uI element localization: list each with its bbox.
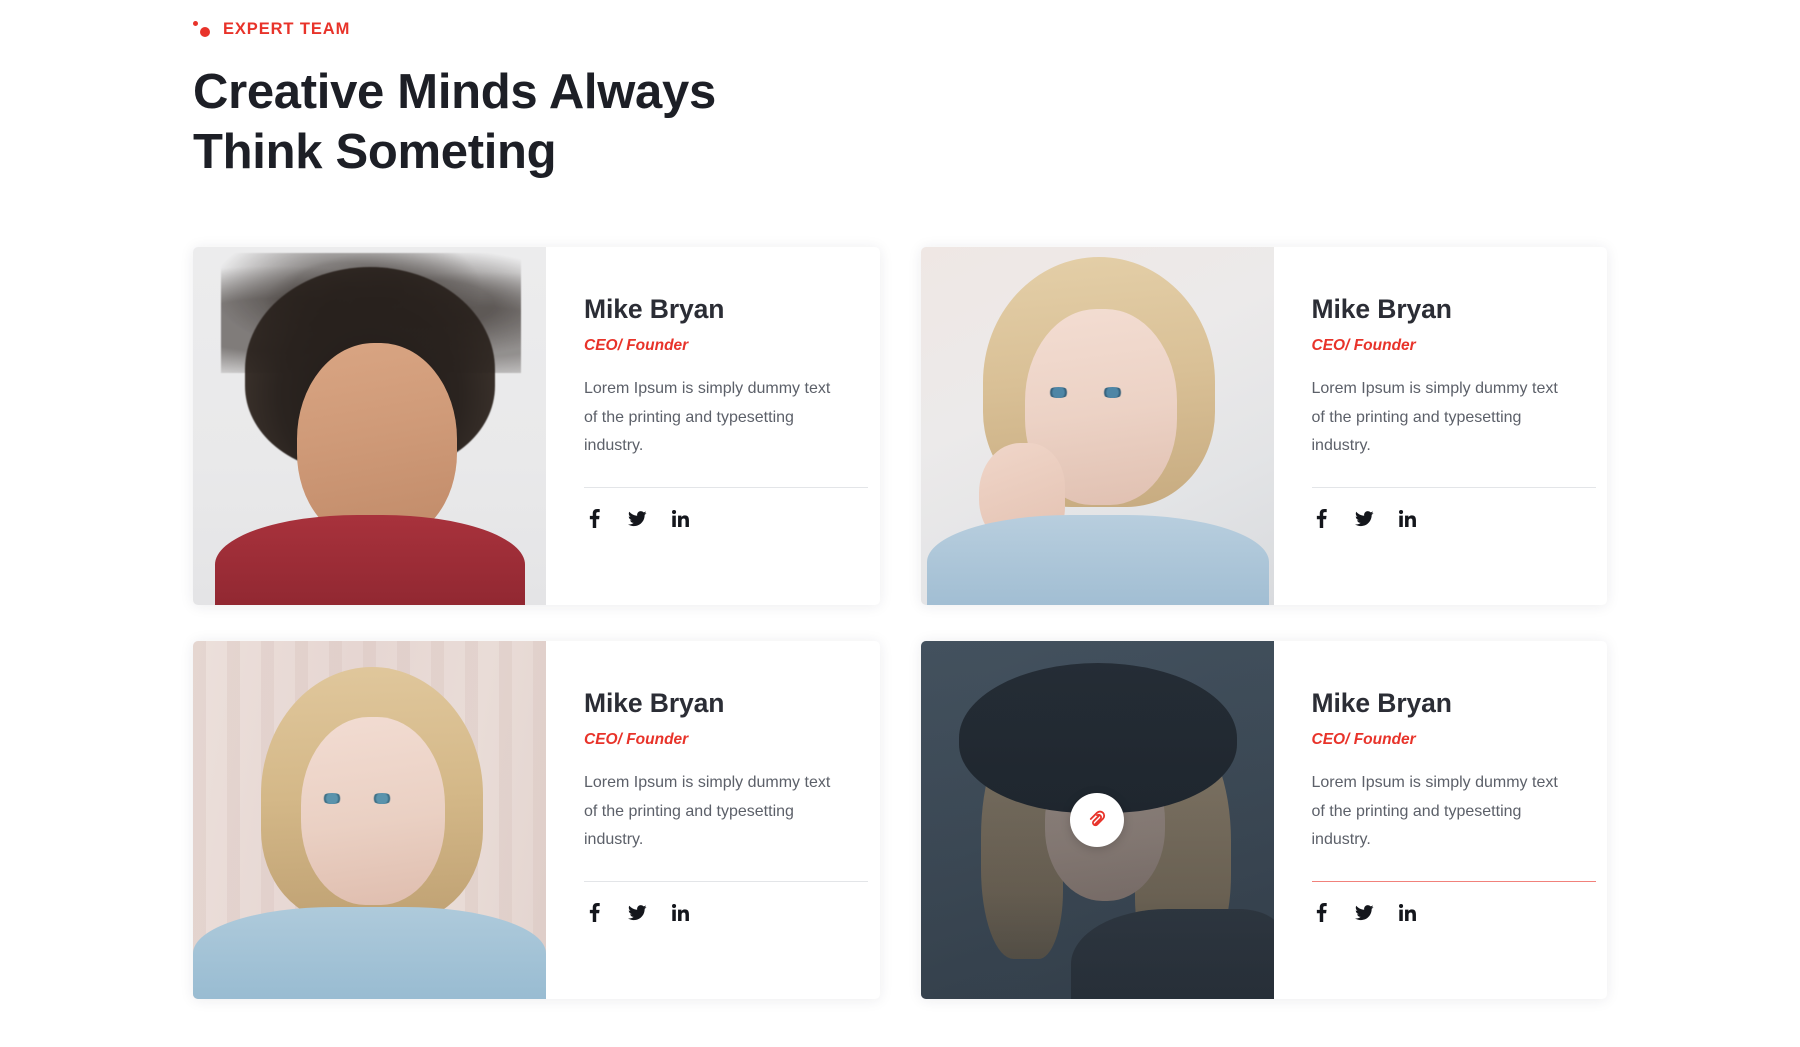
member-description: Lorem Ipsum is simply dummy text of the … xyxy=(584,380,831,455)
facebook-icon[interactable] xyxy=(584,902,604,924)
card-divider xyxy=(1311,486,1596,488)
social-links xyxy=(1312,508,1596,530)
member-photo xyxy=(920,641,1274,999)
twitter-icon[interactable] xyxy=(1355,902,1375,924)
member-info: Mike Bryan CEO/ Founder Lorem Ipsum is s… xyxy=(546,641,880,999)
linkedin-icon[interactable] xyxy=(670,508,690,530)
decorative-dots-icon xyxy=(193,20,212,38)
member-role: CEO/ Founder xyxy=(1311,731,1416,749)
linkedin-icon[interactable] xyxy=(1398,508,1418,530)
member-info: Mike Bryan CEO/ Founder Lorem Ipsum is s… xyxy=(546,247,880,605)
social-links xyxy=(584,902,868,924)
member-role: CEO/ Founder xyxy=(584,337,689,355)
page-title: Creative Minds Always Think Someting xyxy=(193,62,1800,182)
member-photo xyxy=(193,247,546,605)
member-description: Lorem Ipsum is simply dummy text of the … xyxy=(584,774,831,849)
facebook-icon[interactable] xyxy=(584,508,604,530)
member-photo xyxy=(193,641,546,999)
eyebrow-label: EXPERT TEAM xyxy=(223,19,351,38)
team-member-card[interactable]: Mike Bryan CEO/ Founder Lorem Ipsum is s… xyxy=(193,247,880,605)
section-eyebrow: EXPERT TEAM xyxy=(193,18,1800,40)
card-divider xyxy=(584,486,868,488)
member-role: CEO/ Founder xyxy=(1311,337,1416,355)
card-divider xyxy=(584,880,868,882)
member-name: Mike Bryan xyxy=(1311,688,1452,718)
twitter-icon[interactable] xyxy=(1355,508,1375,530)
member-name: Mike Bryan xyxy=(1311,294,1452,324)
facebook-icon[interactable] xyxy=(1312,508,1332,530)
team-section-page: EXPERT TEAM Creative Minds Always Think … xyxy=(0,0,1800,1047)
social-links xyxy=(584,508,868,530)
section-header: EXPERT TEAM Creative Minds Always Think … xyxy=(0,18,1800,182)
social-links xyxy=(1312,902,1596,924)
team-member-card[interactable]: Mike Bryan CEO/ Founder Lorem Ipsum is s… xyxy=(920,641,1608,999)
headline-line-1: Creative Minds Always xyxy=(193,65,716,119)
member-photo xyxy=(920,247,1274,605)
team-cards-grid: Mike Bryan CEO/ Founder Lorem Ipsum is s… xyxy=(0,247,1800,999)
member-info: Mike Bryan CEO/ Founder Lorem Ipsum is s… xyxy=(1274,641,1608,999)
team-member-card[interactable]: Mike Bryan CEO/ Founder Lorem Ipsum is s… xyxy=(920,247,1608,605)
headline-line-2: Think Someting xyxy=(193,125,557,179)
member-description: Lorem Ipsum is simply dummy text of the … xyxy=(1311,380,1558,455)
member-name: Mike Bryan xyxy=(584,688,725,718)
member-name: Mike Bryan xyxy=(584,294,725,324)
facebook-icon[interactable] xyxy=(1312,902,1332,924)
member-description: Lorem Ipsum is simply dummy text of the … xyxy=(1311,774,1558,849)
twitter-icon[interactable] xyxy=(627,902,647,924)
card-divider xyxy=(1311,880,1596,882)
link-paperclip-icon[interactable] xyxy=(1070,793,1124,847)
member-role: CEO/ Founder xyxy=(584,731,689,749)
member-info: Mike Bryan CEO/ Founder Lorem Ipsum is s… xyxy=(1274,247,1608,605)
linkedin-icon[interactable] xyxy=(1398,902,1418,924)
linkedin-icon[interactable] xyxy=(670,902,690,924)
twitter-icon[interactable] xyxy=(627,508,647,530)
team-member-card[interactable]: Mike Bryan CEO/ Founder Lorem Ipsum is s… xyxy=(193,641,880,999)
